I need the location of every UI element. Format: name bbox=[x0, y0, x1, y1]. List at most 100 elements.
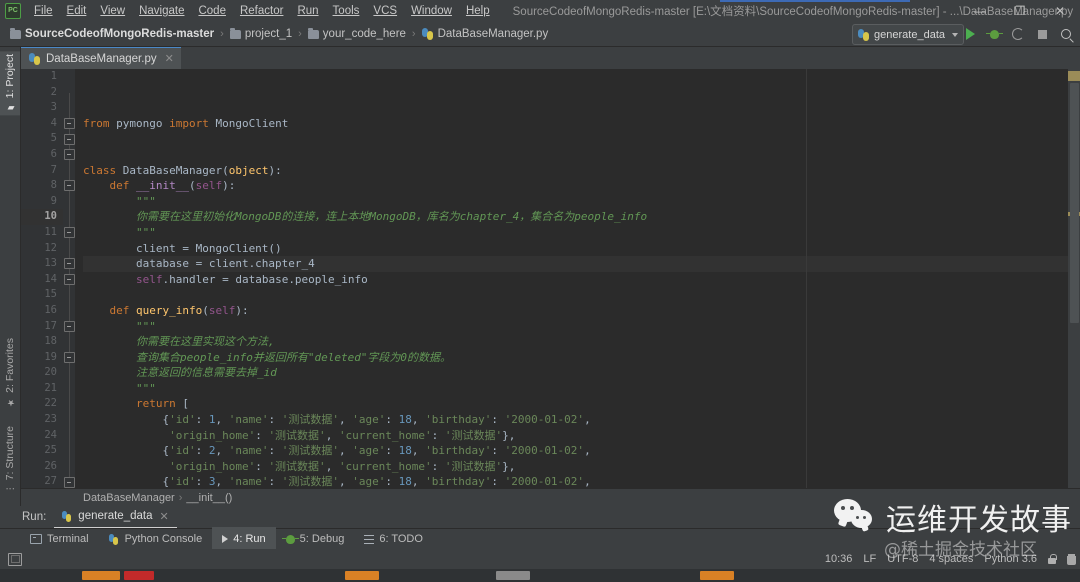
sidebar-item-favorites[interactable]: ★ 2: Favorites bbox=[0, 335, 20, 410]
breadcrumb-class[interactable]: DataBaseManager bbox=[83, 492, 175, 504]
run-configuration-selector[interactable]: generate_data bbox=[852, 24, 964, 45]
breadcrumb-your_code_here[interactable]: your_code_here bbox=[304, 27, 410, 41]
taskbar-item[interactable] bbox=[345, 571, 379, 580]
scrollbar-thumb[interactable] bbox=[1070, 83, 1079, 323]
code-line[interactable]: 查询集合people_info并返回所有"deleted"字段为0的数据。 bbox=[83, 350, 1080, 366]
code-line[interactable]: database = client.chapter_4 bbox=[83, 256, 1080, 272]
taskbar-item[interactable] bbox=[496, 571, 530, 580]
python-file-icon bbox=[29, 52, 41, 65]
close-button[interactable]: ✕ bbox=[1040, 0, 1080, 22]
fold-marker[interactable] bbox=[64, 149, 75, 160]
menu-run[interactable]: Run bbox=[290, 3, 325, 19]
tab-label: Python Console bbox=[124, 533, 203, 545]
code-line[interactable] bbox=[83, 287, 1080, 303]
close-icon[interactable]: ✕ bbox=[159, 510, 168, 523]
menu-refactor[interactable]: Refactor bbox=[233, 3, 290, 19]
code-line[interactable]: self.handler = database.people_info bbox=[83, 272, 1080, 288]
stop-icon bbox=[1037, 29, 1047, 39]
menu-navigate[interactable]: Navigate bbox=[132, 3, 191, 19]
stop-button[interactable] bbox=[1032, 24, 1052, 44]
menu-tools[interactable]: Tools bbox=[326, 3, 367, 19]
code-line[interactable]: {'id': 3, 'name': '测试数据', 'age': 18, 'bi… bbox=[83, 474, 1080, 488]
code-folding-column[interactable] bbox=[63, 69, 75, 488]
code-line[interactable]: {'id': 1, 'name': '测试数据', 'age': 18, 'bi… bbox=[83, 412, 1080, 428]
taskbar-item[interactable] bbox=[82, 571, 120, 580]
run-button[interactable] bbox=[960, 24, 980, 44]
code-line[interactable]: client = MongoClient() bbox=[83, 241, 1080, 257]
code-line[interactable]: def __init__(self): bbox=[83, 178, 1080, 194]
editor-tab-databasemanager[interactable]: DataBaseManager.py ✕ bbox=[21, 46, 181, 69]
fold-marker[interactable] bbox=[64, 118, 75, 129]
code-line[interactable]: return [ bbox=[83, 396, 1080, 412]
python-console-icon bbox=[108, 533, 120, 545]
code-line[interactable] bbox=[83, 131, 1080, 147]
breadcrumb-file[interactable]: DataBaseManager.py bbox=[418, 27, 553, 41]
status-encoding[interactable]: UTF-8 bbox=[887, 553, 918, 565]
fold-marker[interactable] bbox=[64, 274, 75, 285]
breadcrumb-project_1[interactable]: project_1 bbox=[226, 27, 296, 41]
fold-marker[interactable] bbox=[64, 352, 75, 363]
fold-marker[interactable] bbox=[64, 180, 75, 191]
taskbar-item[interactable] bbox=[700, 571, 734, 580]
structure-icon: ⋮ bbox=[5, 484, 15, 493]
fold-marker[interactable] bbox=[64, 227, 75, 238]
editor-tab-label: DataBaseManager.py bbox=[46, 52, 157, 65]
sidebar-item-project[interactable]: ▰ 1: Project bbox=[0, 51, 20, 116]
menu-edit[interactable]: Edit bbox=[60, 3, 94, 19]
tab-python-console[interactable]: Python Console bbox=[99, 527, 213, 551]
maximize-button[interactable]: ❐ bbox=[1000, 0, 1040, 22]
menu-view[interactable]: View bbox=[93, 3, 132, 19]
minimize-button[interactable]: — bbox=[960, 0, 1000, 22]
menu-window[interactable]: Window bbox=[404, 3, 459, 19]
code-line[interactable]: 'origin_home': '测试数据', 'current_home': '… bbox=[83, 428, 1080, 444]
tab-run[interactable]: 4: Run bbox=[212, 527, 276, 551]
lock-icon[interactable] bbox=[1048, 554, 1057, 564]
close-icon[interactable]: ✕ bbox=[165, 52, 174, 65]
menu-vcs[interactable]: VCS bbox=[366, 3, 404, 19]
code-line[interactable]: """ bbox=[83, 381, 1080, 397]
run-with-coverage-icon bbox=[1012, 28, 1024, 40]
sidebar-item-structure[interactable]: ⋮ 7: Structure bbox=[0, 423, 20, 496]
trash-icon[interactable] bbox=[1067, 553, 1076, 565]
code-line[interactable] bbox=[83, 147, 1080, 163]
code-line[interactable]: 你需要在这里实现这个方法, bbox=[83, 334, 1080, 350]
menu-code[interactable]: Code bbox=[191, 3, 233, 19]
fold-marker[interactable] bbox=[64, 477, 75, 488]
fold-marker[interactable] bbox=[64, 321, 75, 332]
status-interpreter[interactable]: Python 3.6 bbox=[984, 553, 1037, 565]
menu-help[interactable]: Help bbox=[459, 3, 497, 19]
status-line-separator[interactable]: LF bbox=[863, 553, 876, 565]
fold-marker[interactable] bbox=[64, 134, 75, 145]
line-number: 3 bbox=[50, 101, 57, 114]
tab-debug[interactable]: 5: Debug bbox=[276, 527, 355, 551]
code-line[interactable]: 你需要在这里初始化MongoDB的连接，连上本地MongoDB，库名为chapt… bbox=[83, 209, 1080, 225]
taskbar-item[interactable] bbox=[124, 571, 154, 580]
breadcrumb-method[interactable]: __init__() bbox=[186, 492, 232, 504]
code-line[interactable]: """ bbox=[83, 319, 1080, 335]
run-tab-generate-data[interactable]: generate_data ✕ bbox=[54, 506, 177, 529]
breadcrumb-project-root[interactable]: SourceCodeofMongoRedis-master bbox=[6, 27, 218, 41]
fold-marker[interactable] bbox=[64, 258, 75, 269]
run-tool-window-header: Run: generate_data ✕ bbox=[0, 506, 1080, 529]
code-line[interactable]: def query_info(self): bbox=[83, 303, 1080, 319]
code-line[interactable]: """ bbox=[83, 194, 1080, 210]
run-toolbar bbox=[960, 22, 1076, 46]
code-line[interactable]: """ bbox=[83, 225, 1080, 241]
code-line[interactable]: from pymongo import MongoClient bbox=[83, 116, 1080, 132]
code-editor[interactable]: 1 2 3 4 5 6 7 8 9 10 11 12 13 14 15 16 17 18 19 20 21 22 23 24 2… bbox=[21, 69, 1080, 488]
tab-todo[interactable]: 6: TODO bbox=[354, 527, 433, 551]
code-line[interactable]: 注意返回的信息需要去掉_id bbox=[83, 365, 1080, 381]
code-line[interactable]: class DataBaseManager(object): bbox=[83, 163, 1080, 179]
tool-windows-icon[interactable] bbox=[8, 552, 22, 566]
line-number: 6 bbox=[50, 147, 57, 160]
search-everywhere-button[interactable] bbox=[1056, 24, 1076, 44]
code-line[interactable]: 'origin_home': '测试数据', 'current_home': '… bbox=[83, 459, 1080, 475]
status-indent[interactable]: 4 spaces bbox=[929, 553, 973, 565]
debug-button[interactable] bbox=[984, 24, 1004, 44]
code-text[interactable]: from pymongo import MongoClient class Da… bbox=[75, 69, 1080, 488]
menu-file[interactable]: File bbox=[27, 3, 60, 19]
code-line[interactable]: {'id': 2, 'name': '测试数据', 'age': 18, 'bi… bbox=[83, 443, 1080, 459]
tab-terminal[interactable]: Terminal bbox=[20, 527, 99, 551]
run-with-coverage-button[interactable] bbox=[1008, 24, 1028, 44]
editor-scrollbar[interactable] bbox=[1068, 69, 1080, 488]
